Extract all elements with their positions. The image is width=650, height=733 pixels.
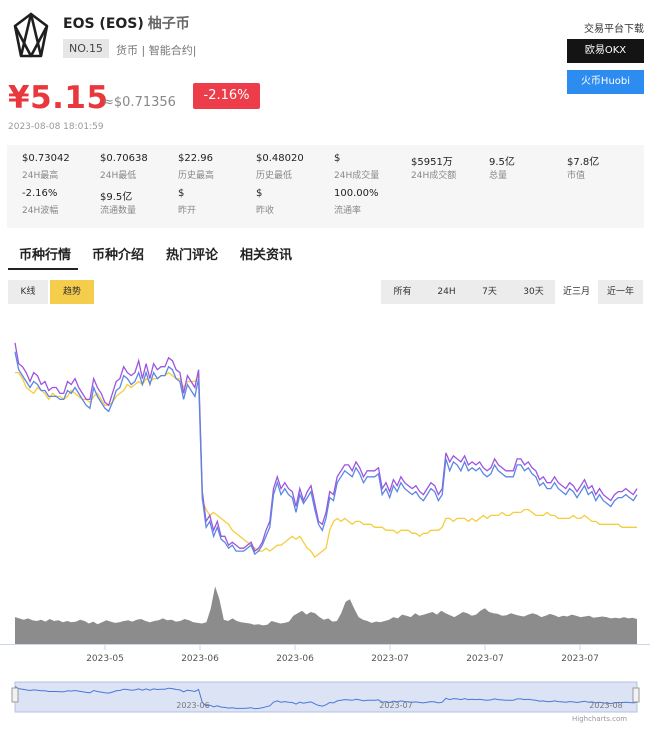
- price-usd: ≈$0.71356: [103, 95, 176, 110]
- coin-title: EOS (EOS) 柚子币: [63, 13, 190, 33]
- coin-tags[interactable]: 货币 | 智能合约|: [116, 42, 196, 58]
- stat-value: $0.73042: [22, 153, 70, 164]
- stat-value: 100.00%: [334, 188, 379, 199]
- kline-button[interactable]: K线: [8, 280, 48, 304]
- trend-button[interactable]: 趋势: [50, 280, 94, 304]
- stat-value: $0.48020: [256, 153, 304, 164]
- range-3m[interactable]: 近三月: [555, 280, 598, 304]
- stat-label: 昨开: [178, 206, 197, 216]
- range-all[interactable]: 所有: [381, 280, 424, 304]
- stats-panel: $0.73042 24H最高 $0.70638 24H最低 $22.96 历史最高 $…: [7, 145, 644, 228]
- stat-24h-low: $0.70638 24H最低: [100, 153, 178, 181]
- navigator-tick-label: 2023-06: [176, 701, 209, 710]
- tab-market[interactable]: 币种行情: [19, 244, 71, 263]
- x-tick-label: 2023-07: [371, 654, 409, 664]
- active-tab-underline: [8, 268, 78, 270]
- price-series-line: [14, 351, 638, 556]
- x-tick-label: 2023-05: [86, 654, 124, 664]
- range-24h[interactable]: 24H: [425, 280, 468, 304]
- stat-24h-turnover: $5951万 24H成交额: [411, 153, 489, 181]
- stat-value: $: [256, 188, 263, 199]
- navigator-tick-label: 2023-07: [379, 701, 412, 710]
- price-cny: ¥5.15: [8, 80, 109, 116]
- stat-circulation-rate: 100.00% 流通率: [334, 188, 412, 216]
- timestamp: 2023-08-08 18:01:59: [8, 122, 104, 132]
- stat-prev-close: $ 昨收: [256, 188, 334, 216]
- exchange-download-title: 交易平台下载: [584, 24, 644, 35]
- stat-value: $: [334, 153, 341, 164]
- tab-news[interactable]: 相关资讯: [240, 244, 292, 263]
- stat-label: 24H波幅: [22, 206, 59, 216]
- stat-atl: $0.48020 历史最低: [256, 153, 334, 181]
- stat-value: $5951万: [411, 157, 453, 168]
- range-1y[interactable]: 近一年: [599, 280, 642, 304]
- stat-total-supply: 9.5亿总量: [489, 153, 567, 181]
- stat-label: 流通率: [334, 206, 362, 216]
- stat-circulating: $9.5亿流通数量: [100, 188, 178, 216]
- stat-value: $7.8亿: [567, 157, 600, 168]
- x-tick-label: 2023-07: [466, 654, 504, 664]
- stat-value: $22.96: [178, 153, 213, 164]
- stat-label: 流通数量: [100, 206, 137, 216]
- stat-value: -2.16%: [22, 188, 58, 199]
- stat-value: $0.70638: [100, 153, 148, 164]
- coin-alias: 柚子币: [147, 16, 190, 32]
- tab-intro[interactable]: 币种介绍: [92, 244, 144, 263]
- stat-value: $9.5亿: [100, 192, 133, 203]
- okx-button[interactable]: 欧易OKX: [567, 39, 644, 63]
- price-series-line: [15, 371, 637, 559]
- navigator-handle-left: [11, 687, 19, 703]
- x-tick-label: 2023-06: [181, 654, 219, 664]
- tab-comments[interactable]: 热门评论: [166, 244, 218, 263]
- huobi-button[interactable]: 火币Huobi: [567, 70, 644, 94]
- x-tick-label: 2023-07: [561, 654, 599, 664]
- stat-label: 24H最高: [22, 171, 59, 181]
- stat-label: 24H最低: [100, 171, 137, 181]
- stat-label: 历史最高: [178, 171, 215, 181]
- change-badge: -2.16%: [193, 83, 260, 109]
- stat-value: 9.5亿: [489, 157, 515, 168]
- eos-logo-icon: [13, 12, 49, 58]
- stat-label: 历史最低: [256, 171, 293, 181]
- stat-label: 市值: [567, 171, 586, 181]
- highcharts-credit[interactable]: Highcharts.com: [572, 715, 627, 723]
- stat-label: 24H成交量: [334, 171, 380, 181]
- stat-value: $: [178, 188, 185, 199]
- stat-label: 昨收: [256, 206, 275, 216]
- navigator-tick-label: 2023-08: [589, 701, 622, 710]
- stat-prev-open: $ 昨开: [178, 188, 256, 216]
- stat-label: 24H成交额: [411, 171, 457, 181]
- stat-24h-volume: $24H成交量: [334, 153, 412, 181]
- navigator-window: [14, 681, 638, 713]
- stat-24h-amplitude: -2.16% 24H波幅: [22, 188, 100, 216]
- rank-badge: NO.15: [63, 39, 109, 58]
- stat-label: 总量: [489, 171, 508, 181]
- coin-name: EOS (EOS): [63, 16, 144, 32]
- volume-area: [15, 586, 637, 644]
- stat-ath: $22.96 历史最高: [178, 153, 256, 181]
- stat-24h-high: $0.73042 24H最高: [22, 153, 100, 181]
- navigator-handle-right: [632, 687, 640, 703]
- range-7d[interactable]: 7天: [468, 280, 511, 304]
- range-30d[interactable]: 30天: [512, 280, 555, 304]
- price-chart[interactable]: 2023-05 2023-06 2023-06 2023-07 2023-07 2023-…: [0, 318, 650, 718]
- stat-market-cap: $7.8亿市值: [567, 153, 645, 181]
- x-tick-label: 2023-06: [276, 654, 314, 664]
